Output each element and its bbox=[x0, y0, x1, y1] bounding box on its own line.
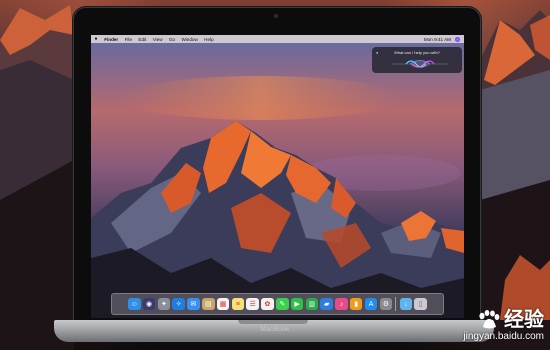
watermark-url: jingyan.baidu.com bbox=[463, 331, 544, 342]
keynote-icon[interactable]: ▰ bbox=[320, 297, 333, 311]
finder-icon[interactable]: ☺ bbox=[128, 297, 141, 311]
reminders-icon[interactable]: ☰ bbox=[246, 297, 259, 311]
siri-icon[interactable]: ◉ bbox=[142, 297, 156, 311]
watermark-cn-text: 经验 bbox=[504, 309, 544, 331]
desktop-wallpaper bbox=[91, 43, 464, 318]
dock-separator bbox=[395, 297, 397, 311]
siri-panel[interactable]: ● What can I help you with? bbox=[372, 47, 462, 73]
calendar-icon[interactable]: ▦ bbox=[216, 297, 230, 311]
menu-edit[interactable]: Edit bbox=[135, 37, 149, 42]
menu-bar-status-area: Mon 9:41 AM bbox=[420, 36, 464, 42]
mail-icon[interactable]: ✉ bbox=[187, 297, 200, 311]
menu-bar-clock[interactable]: Mon 9:41 AM bbox=[420, 37, 455, 42]
baidu-paw-logo-icon bbox=[479, 310, 500, 329]
system-preferences-icon[interactable]: ⚙ bbox=[379, 297, 393, 311]
app-store-icon[interactable]: A bbox=[364, 297, 378, 311]
dock: ☺ ◉ ✦ ✧ ✉ ▤ ▦ ≡ ☰ ✿ ✎ ▶ ▥ ▰ ♪ ▮ A ⚙ ↓ ▯ bbox=[111, 293, 444, 315]
siri-prompt: What can I help you with? bbox=[394, 50, 440, 55]
photos-icon[interactable]: ✿ bbox=[261, 297, 274, 311]
notes-icon[interactable]: ≡ bbox=[231, 297, 245, 311]
facetime-icon[interactable]: ▶ bbox=[290, 297, 304, 311]
menu-file[interactable]: File bbox=[121, 37, 135, 42]
messages-icon[interactable]: ✎ bbox=[276, 297, 289, 311]
ibooks-icon[interactable]: ▮ bbox=[349, 297, 363, 311]
contacts-icon[interactable]: ▤ bbox=[202, 297, 215, 311]
menu-finder[interactable]: Finder bbox=[101, 37, 121, 42]
menu-go[interactable]: Go bbox=[166, 37, 179, 42]
webcam bbox=[274, 14, 278, 18]
launchpad-icon[interactable]: ✦ bbox=[157, 297, 171, 311]
safari-icon[interactable]: ✧ bbox=[172, 297, 185, 311]
siri-waveform-icon bbox=[392, 60, 448, 68]
trash-icon[interactable]: ▯ bbox=[414, 297, 427, 311]
baidu-jingyan-watermark: 经验 jingyan.baidu.com bbox=[463, 310, 544, 344]
menu-window[interactable]: Window bbox=[178, 37, 201, 42]
apple-logo-icon[interactable]: ● bbox=[91, 36, 101, 42]
siri-menu-icon[interactable] bbox=[455, 36, 460, 42]
itunes-icon[interactable]: ♪ bbox=[335, 297, 348, 311]
downloads-folder-icon[interactable]: ↓ bbox=[399, 297, 413, 311]
laptop-notch bbox=[238, 320, 308, 324]
menu-bar: ● Finder File Edit View Go Window Help M… bbox=[91, 35, 464, 43]
menu-help[interactable]: Help bbox=[201, 37, 217, 42]
menu-view[interactable]: View bbox=[150, 37, 166, 42]
laptop-screen: ● Finder File Edit View Go Window Help M… bbox=[91, 35, 464, 318]
numbers-icon[interactable]: ▥ bbox=[305, 297, 319, 311]
